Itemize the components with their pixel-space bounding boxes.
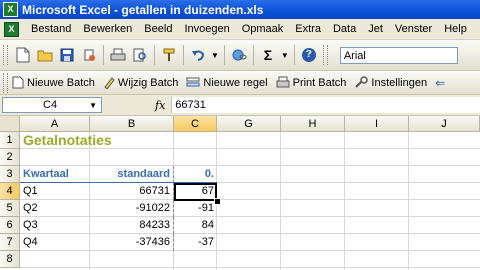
back-arrow-icon[interactable]: ⇐ xyxy=(435,76,445,90)
row-header-1[interactable]: 1 xyxy=(0,132,20,149)
print-batch-button[interactable]: Print Batch xyxy=(276,76,347,89)
menu-venster[interactable]: Venster xyxy=(389,23,438,35)
excel-app-icon[interactable]: X xyxy=(3,2,18,17)
column-header-h[interactable]: H xyxy=(281,116,345,132)
new-batch-label: Nieuwe Batch xyxy=(27,76,95,89)
edit-batch-label: Wijzig Batch xyxy=(117,76,179,89)
select-all-corner[interactable] xyxy=(0,116,20,132)
row-header-5[interactable]: 5 xyxy=(0,200,20,217)
menu-bestand[interactable]: Bestand xyxy=(25,23,77,35)
column-header-a[interactable]: A xyxy=(20,116,90,132)
autosum-icon[interactable]: Σ xyxy=(257,44,279,66)
permission-icon[interactable] xyxy=(78,44,100,66)
undo-dropdown-icon[interactable]: ▼ xyxy=(211,51,219,60)
column-header-b[interactable]: B xyxy=(90,116,174,132)
fx-icon[interactable]: fx xyxy=(155,99,165,112)
standard-toolbar: ▼ Σ ▼ ? Arial xyxy=(0,40,480,71)
cell-a5[interactable]: Q2 xyxy=(20,200,90,217)
column-header-c[interactable]: C xyxy=(174,116,217,132)
menu-extra[interactable]: Extra xyxy=(289,23,327,35)
menu-invoegen[interactable]: Invoegen xyxy=(178,23,235,35)
row-header-2[interactable]: 2 xyxy=(0,149,20,166)
new-file-icon[interactable] xyxy=(12,44,34,66)
new-batch-button[interactable]: Nieuwe Batch xyxy=(12,76,95,89)
menu-data[interactable]: Data xyxy=(327,23,362,35)
name-box[interactable]: C4 ▼ xyxy=(2,97,102,113)
print-icon[interactable] xyxy=(107,44,129,66)
new-line-button[interactable]: Nieuwe regel xyxy=(186,76,268,89)
toolbar-separator xyxy=(252,45,254,65)
font-name-box[interactable]: Arial xyxy=(339,46,458,64)
print-batch-label: Print Batch xyxy=(292,76,347,89)
toolbar-grip[interactable] xyxy=(3,72,8,93)
header-format-cell[interactable]: 0. xyxy=(174,166,217,183)
toolbar-separator xyxy=(223,45,225,65)
cell-c5[interactable]: -91 xyxy=(174,200,217,217)
toolbar-separator xyxy=(183,45,184,65)
cell-b5[interactable]: -91022 xyxy=(90,200,174,217)
toolbar-grip[interactable] xyxy=(3,45,8,65)
gridline xyxy=(20,267,480,268)
format-painter-icon[interactable] xyxy=(158,44,180,66)
hyperlink-icon[interactable] xyxy=(228,44,250,66)
title-bar: X Microsoft Excel - getallen in duizende… xyxy=(0,0,480,19)
cell-b7[interactable]: -37436 xyxy=(90,234,174,251)
toolbar-separator xyxy=(154,45,155,65)
menu-help[interactable]: Help xyxy=(438,23,473,35)
autosum-dropdown-icon[interactable]: ▼ xyxy=(281,51,289,60)
header-kwartaal-cell[interactable]: Kwartaal xyxy=(20,166,90,183)
cell-a4[interactable]: Q1 xyxy=(20,183,90,200)
help-icon-circle: ? xyxy=(301,48,316,62)
print-preview-icon[interactable] xyxy=(129,44,151,66)
menu-beeld[interactable]: Beeld xyxy=(138,23,178,35)
row-header-8[interactable]: 8 xyxy=(0,251,20,268)
row-header-4[interactable]: 4 xyxy=(0,183,20,200)
formula-input[interactable]: 66731 xyxy=(171,97,480,113)
column-header-j[interactable]: J xyxy=(409,116,480,132)
undo-icon[interactable] xyxy=(187,44,209,66)
edit-batch-button[interactable]: Wijzig Batch xyxy=(103,76,179,89)
save-icon[interactable] xyxy=(56,44,78,66)
menu-jet[interactable]: Jet xyxy=(362,23,389,35)
menu-bar: X Bestand Bewerken Beeld Invoegen Opmaak… xyxy=(0,19,480,40)
column-header-i[interactable]: I xyxy=(345,116,409,132)
settings-button[interactable]: Instellingen xyxy=(354,76,427,89)
cell-a6[interactable]: Q3 xyxy=(20,217,90,234)
toolbar-separator xyxy=(293,45,295,65)
batch-toolbar: Nieuwe Batch Wijzig Batch Nieuwe regel P… xyxy=(0,71,480,95)
active-cell-border xyxy=(174,183,217,201)
row-header-7[interactable]: 7 xyxy=(0,234,20,251)
cell-c6[interactable]: 84 xyxy=(174,217,217,234)
open-folder-icon[interactable] xyxy=(34,44,56,66)
toolbar-grip[interactable] xyxy=(322,45,328,65)
row-header-6[interactable]: 6 xyxy=(0,217,20,234)
cell-a7[interactable]: Q4 xyxy=(20,234,90,251)
cell-b6[interactable]: 84233 xyxy=(90,217,174,234)
cell-b4[interactable]: 66731 xyxy=(90,183,174,200)
help-icon[interactable]: ? xyxy=(298,44,320,66)
sheet-title-cell[interactable]: Getalnotaties xyxy=(20,132,180,149)
menu-bewerken[interactable]: Bewerken xyxy=(77,23,138,35)
window-title: Microsoft Excel - getallen in duizenden.… xyxy=(22,2,264,17)
column-header-g[interactable]: G xyxy=(217,116,281,132)
document-icon[interactable]: X xyxy=(4,21,19,37)
new-line-label: Nieuwe regel xyxy=(203,76,268,89)
formula-bar: C4 ▼ fx 66731 xyxy=(0,95,480,116)
name-box-dropdown-icon[interactable]: ▼ xyxy=(89,101,97,110)
cell-c7[interactable]: -37 xyxy=(174,234,217,251)
worksheet-grid: A B C G H I J 1 2 3 4 5 6 7 8 Getalnotat… xyxy=(0,116,480,270)
name-box-value: C4 xyxy=(43,99,58,111)
fill-handle[interactable] xyxy=(214,198,221,205)
settings-label: Instellingen xyxy=(371,76,428,89)
toolbar-separator xyxy=(103,45,104,65)
row-header-3[interactable]: 3 xyxy=(0,166,20,183)
menu-opmaak[interactable]: Opmaak xyxy=(236,23,290,35)
header-standaard-cell[interactable]: standaard xyxy=(90,166,174,183)
